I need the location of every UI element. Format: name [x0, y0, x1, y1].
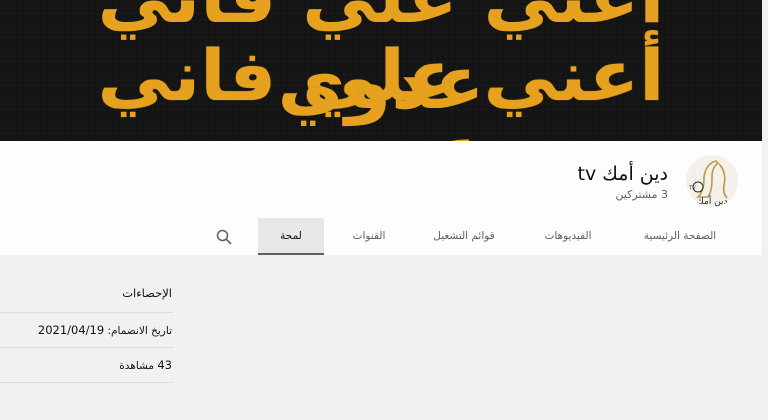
- joined-label: تاريخ الانضمام:: [107, 325, 172, 337]
- joined-row: تاريخ الانضمام: 2021/04/19: [0, 313, 174, 348]
- joined-date: 2021/04/19: [37, 323, 105, 337]
- views-row: 43 مشاهدة: [0, 348, 174, 383]
- channel-title: دين أمك tv: [577, 163, 668, 185]
- channel-avatar[interactable]: TV دين أمك: [686, 155, 738, 207]
- subscriber-count: 3 مشتركين: [615, 188, 668, 201]
- views-label: مشاهدة: [119, 360, 155, 372]
- channel-tabs: الصفحة الرئيسية الفيديوهات قوائم التشغيل…: [188, 218, 738, 255]
- tab-videos[interactable]: الفيديوهات: [514, 218, 622, 255]
- views-count: 43: [157, 358, 172, 372]
- banner-lettering: أعني علي فاني عدوي: [97, 35, 666, 141]
- svg-text:دين أمك: دين أمك: [696, 195, 727, 207]
- tab-playlists[interactable]: قوائم التشغيل: [414, 218, 514, 255]
- tab-home[interactable]: الصفحة الرئيسية: [622, 218, 738, 255]
- avatar-logo-icon: TV دين أمك: [688, 160, 728, 207]
- channel-header: TV دين أمك دين أمك tv 3 مشتركين الصفحة ا…: [0, 141, 768, 255]
- tab-channels[interactable]: القنوات: [324, 218, 414, 255]
- svg-text:TV: TV: [688, 186, 696, 192]
- search-icon: [216, 229, 232, 245]
- tab-about[interactable]: لمحة: [258, 218, 324, 255]
- stats-panel: الإحصاءات تاريخ الانضمام: 2021/04/19 43 …: [0, 274, 174, 383]
- stats-heading: الإحصاءات: [0, 274, 174, 313]
- search-button[interactable]: [188, 218, 258, 255]
- channel-banner: أعني علي فاني عدوي أعني علي فاني عدوي: [0, 0, 768, 141]
